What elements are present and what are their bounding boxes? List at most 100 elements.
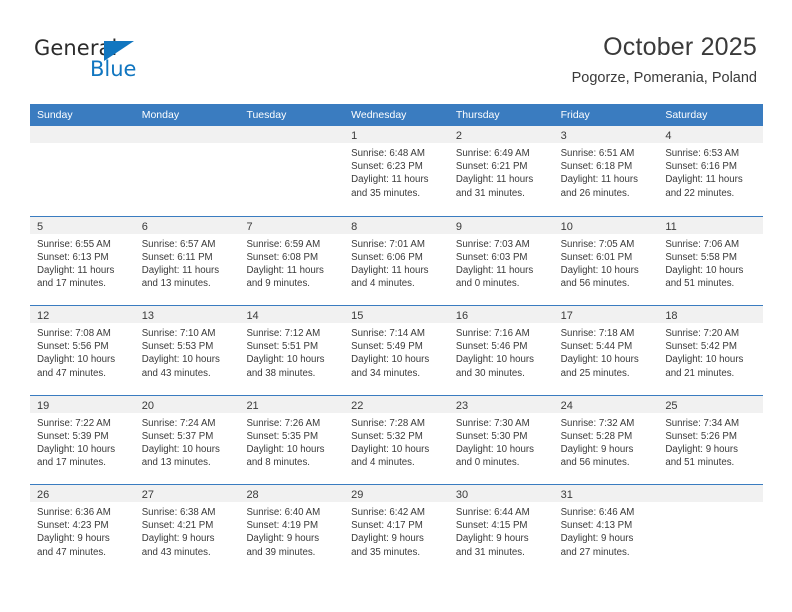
calendar-week-row: 26 Sunrise: 6:36 AM Sunset: 4:23 PM Dayligh… [30, 484, 764, 574]
general-blue-logo[interactable]: General Blue [34, 36, 154, 84]
day-details: Sunrise: 7:20 AM Sunset: 5:42 PM Daylight:… [658, 323, 763, 380]
calendar-week-row: 1 Sunrise: 6:48 AM Sunset: 6:23 PM Daylight… [30, 126, 764, 216]
day-detail-line: Sunset: 4:23 PM [37, 520, 109, 532]
calendar-day-cell[interactable]: 4 Sunrise: 6:53 AM Sunset: 6:16 PM Daylight… [658, 126, 764, 216]
day-number: 30 [455, 489, 469, 501]
calendar-day-cell[interactable]: 16 Sunrise: 7:16 AM Sunset: 5:46 PM Dayligh… [448, 306, 554, 395]
calendar-day-cell[interactable]: 15 Sunrise: 7:14 AM Sunset: 5:49 PM Dayligh… [344, 306, 449, 395]
day-detail-line: Daylight: 11 hours [246, 264, 324, 276]
day-detail-line: Sunrise: 6:42 AM [351, 507, 425, 518]
day-detail-line: and 43 minutes. [141, 546, 211, 558]
calendar-day-cell[interactable]: 7 Sunrise: 6:59 AM Sunset: 6:08 PM Daylight… [239, 216, 345, 306]
day-detail-line: Daylight: 10 hours [141, 354, 220, 366]
calendar-day-cell[interactable]: 31 Sunrise: 6:46 AM Sunset: 4:13 PM Dayligh… [553, 485, 659, 574]
day-detail-line: Sunset: 6:03 PM [455, 251, 528, 263]
day-number-band: 24 [553, 395, 659, 413]
page-header: General Blue October 2025 Pogorze, Pomer… [0, 0, 792, 104]
day-detail-line: Daylight: 9 hours [560, 533, 634, 545]
page-title: October 2025 [603, 33, 757, 61]
day-details: Sunrise: 7:30 AM Sunset: 5:30 PM Daylight:… [449, 413, 554, 470]
calendar-day-cell[interactable]: 30 Sunrise: 6:44 AM Sunset: 4:15 PM Dayligh… [448, 485, 554, 574]
calendar-day-cell[interactable]: 10 Sunrise: 7:05 AM Sunset: 6:01 PM Dayligh… [553, 216, 659, 306]
weekday-header-row: Sunday Monday Tuesday Wednesday Thursday… [30, 104, 763, 126]
day-detail-line: Daylight: 10 hours [665, 264, 744, 276]
weekday-header-saturday: Saturday [665, 109, 708, 121]
calendar-day-cell[interactable]: 19 Sunrise: 7:22 AM Sunset: 5:39 PM Dayligh… [30, 395, 135, 485]
day-detail-line: and 25 minutes. [560, 367, 630, 379]
day-number-band: 5 [30, 216, 135, 234]
day-detail-line: Daylight: 11 hours [560, 174, 638, 186]
calendar-day-cell[interactable]: 22 Sunrise: 7:28 AM Sunset: 5:32 PM Dayligh… [344, 395, 449, 485]
day-number: 12 [37, 310, 50, 322]
day-number: 22 [351, 399, 364, 412]
calendar-day-cell[interactable]: 5 Sunrise: 6:55 AM Sunset: 6:13 PM Daylight… [30, 216, 135, 306]
calendar-day-cell[interactable]: 2 Sunrise: 6:49 AM Sunset: 6:21 PM Daylight… [448, 126, 554, 216]
day-detail-line: Daylight: 10 hours [37, 354, 116, 366]
calendar-day-cell-empty [30, 126, 135, 216]
day-number-band: 7 [239, 216, 345, 234]
calendar-day-cell[interactable]: 3 Sunrise: 6:51 AM Sunset: 6:18 PM Daylight… [553, 126, 659, 216]
day-detail-line: and 0 minutes. [455, 278, 520, 290]
day-number-band [239, 126, 345, 143]
day-number-band: 19 [30, 395, 135, 413]
day-detail-line: and 34 minutes. [351, 367, 421, 379]
day-detail-line: Daylight: 11 hours [37, 264, 115, 276]
calendar-day-cell[interactable]: 9 Sunrise: 7:03 AM Sunset: 6:03 PM Daylight… [448, 216, 554, 306]
calendar-day-cell[interactable]: 8 Sunrise: 7:01 AM Sunset: 6:06 PM Daylight… [344, 216, 449, 306]
day-number: 20 [141, 399, 154, 412]
day-detail-line: and 0 minutes. [455, 457, 520, 469]
day-details: Sunrise: 6:36 AM Sunset: 4:23 PM Daylight:… [30, 502, 135, 559]
calendar-day-cell[interactable]: 1 Sunrise: 6:48 AM Sunset: 6:23 PM Daylight… [344, 126, 449, 216]
day-details: Sunrise: 6:46 AM Sunset: 4:13 PM Daylight:… [554, 502, 659, 559]
day-detail-line: and 56 minutes. [560, 457, 630, 469]
day-detail-line: Sunset: 5:35 PM [246, 430, 319, 442]
calendar-day-cell[interactable]: 28 Sunrise: 6:40 AM Sunset: 4:19 PM Dayligh… [239, 485, 345, 574]
calendar-day-cell[interactable]: 24 Sunrise: 7:32 AM Sunset: 5:28 PM Dayligh… [553, 395, 659, 485]
calendar-day-cell[interactable]: 20 Sunrise: 7:24 AM Sunset: 5:37 PM Dayligh… [134, 395, 240, 485]
day-number-band: 16 [448, 306, 554, 323]
day-detail-line: and 47 minutes. [37, 546, 106, 558]
day-detail-line: Sunrise: 7:24 AM [141, 417, 216, 429]
title-block: October 2025 Pogorze, Pomerania, Poland [572, 32, 757, 87]
calendar-day-cell[interactable]: 18 Sunrise: 7:20 AM Sunset: 5:42 PM Dayligh… [658, 306, 764, 395]
calendar-day-cell[interactable]: 23 Sunrise: 7:30 AM Sunset: 5:30 PM Dayligh… [448, 395, 554, 485]
day-detail-line: Sunset: 5:37 PM [141, 430, 214, 442]
calendar-day-cell[interactable]: 21 Sunrise: 7:26 AM Sunset: 5:35 PM Dayligh… [239, 395, 345, 485]
day-detail-line: and 31 minutes. [455, 546, 525, 558]
day-detail-line: Daylight: 11 hours [141, 264, 220, 276]
day-detail-line: Sunrise: 6:49 AM [455, 148, 530, 159]
day-detail-line: and 22 minutes. [665, 187, 735, 199]
day-details: Sunrise: 7:34 AM Sunset: 5:26 PM Daylight:… [658, 413, 763, 470]
day-details: Sunrise: 6:48 AM Sunset: 6:23 PM Daylight:… [344, 143, 449, 200]
calendar-day-cell[interactable]: 17 Sunrise: 7:18 AM Sunset: 5:44 PM Dayligh… [553, 306, 659, 395]
day-number-band: 20 [134, 395, 240, 413]
calendar-day-cell[interactable]: 25 Sunrise: 7:34 AM Sunset: 5:26 PM Dayligh… [658, 395, 764, 485]
calendar-day-cell[interactable]: 13 Sunrise: 7:10 AM Sunset: 5:53 PM Dayligh… [134, 306, 240, 395]
day-detail-line: Daylight: 10 hours [37, 443, 116, 455]
day-number: 27 [141, 489, 154, 501]
page-subtitle: Pogorze, Pomerania, Poland [571, 70, 757, 86]
calendar-day-cell[interactable]: 11 Sunrise: 7:06 AM Sunset: 5:58 PM Dayligh… [658, 216, 764, 306]
day-detail-line: and 47 minutes. [37, 367, 106, 379]
day-details [239, 143, 344, 147]
day-number: 28 [246, 489, 259, 501]
day-detail-line: and 4 minutes. [351, 457, 415, 469]
day-detail-line: and 51 minutes. [665, 457, 735, 469]
day-detail-line: Sunset: 6:11 PM [141, 251, 213, 263]
day-details [658, 502, 763, 506]
day-detail-line: Sunset: 5:44 PM [560, 341, 633, 353]
day-number-band: 10 [553, 216, 659, 234]
day-detail-line: Sunset: 5:32 PM [351, 430, 423, 442]
day-number-band: 27 [134, 485, 240, 502]
calendar-day-cell[interactable]: 14 Sunrise: 7:12 AM Sunset: 5:51 PM Dayligh… [239, 306, 345, 395]
day-detail-line: Daylight: 10 hours [560, 264, 639, 276]
day-detail-line: Sunset: 5:26 PM [665, 430, 737, 442]
calendar-day-cell[interactable]: 29 Sunrise: 6:42 AM Sunset: 4:17 PM Dayligh… [344, 485, 449, 574]
calendar-day-cell[interactable]: 12 Sunrise: 7:08 AM Sunset: 5:56 PM Dayligh… [30, 306, 135, 395]
calendar-day-cell[interactable]: 27 Sunrise: 6:38 AM Sunset: 4:21 PM Dayligh… [134, 485, 240, 574]
day-number-band: 1 [344, 126, 449, 143]
calendar-day-cell[interactable]: 26 Sunrise: 6:36 AM Sunset: 4:23 PM Dayligh… [30, 485, 135, 574]
calendar-day-cell[interactable]: 6 Sunrise: 6:57 AM Sunset: 6:11 PM Daylight… [134, 216, 240, 306]
day-detail-line: Daylight: 11 hours [351, 174, 429, 186]
day-details: Sunrise: 7:24 AM Sunset: 5:37 PM Daylight:… [135, 413, 240, 470]
